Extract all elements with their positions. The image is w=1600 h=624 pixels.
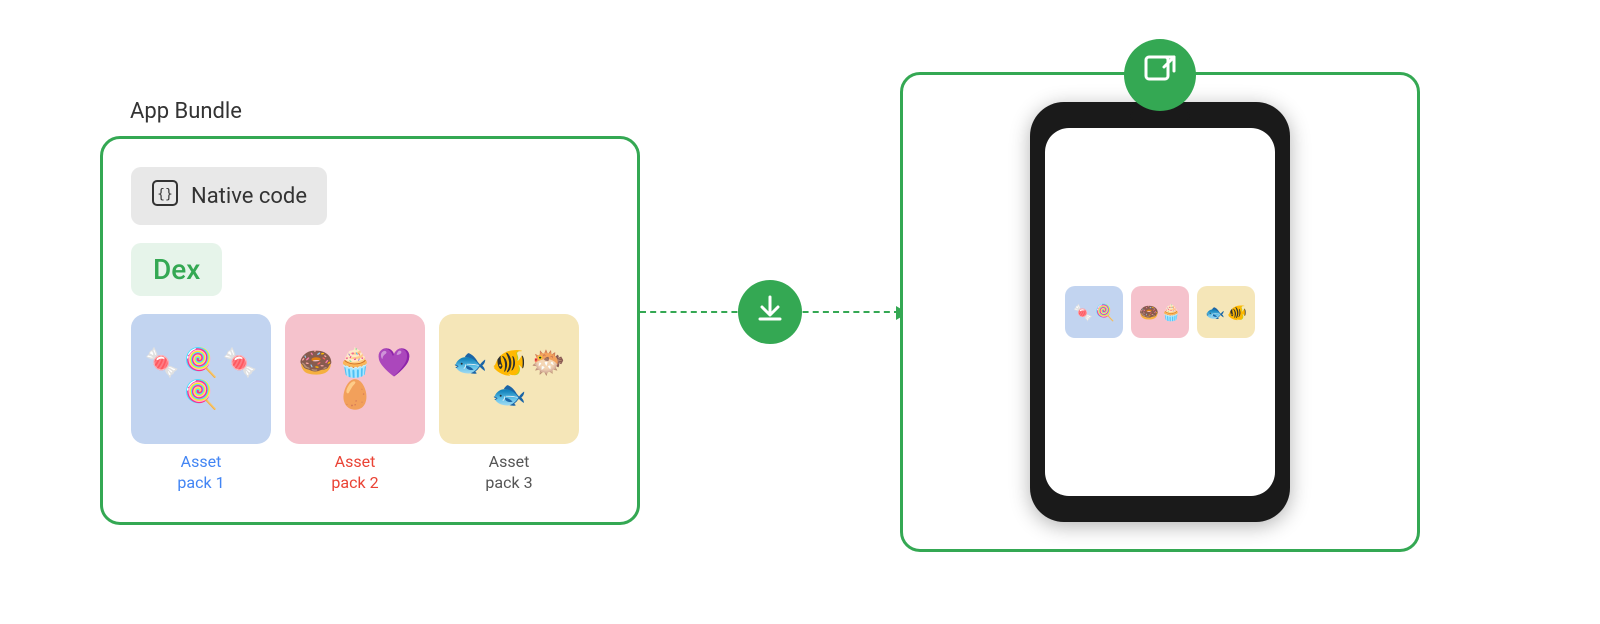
- phone-pack-1-mini: 🍬 🍭: [1065, 286, 1123, 338]
- phone-content: 🍬 🍭 🍩 🧁 🐟 🐠: [1055, 276, 1265, 348]
- app-bundle-box: {} Native code Dex 🍬 🍭 🍬: [100, 136, 640, 525]
- dex-badge: Dex: [131, 243, 222, 296]
- app-bundle-section: App Bundle {} Native code Dex: [100, 99, 640, 525]
- pack1-emoji-1: 🍬: [145, 349, 180, 377]
- download-circle: [738, 280, 802, 344]
- asset-pack-3-image: 🐟 🐠 🐡 🐟: [439, 314, 579, 444]
- pack3-emoji-4: 🐟: [492, 381, 527, 409]
- pack1-emoji-4: 🍭: [184, 381, 219, 409]
- phone-pack3-emoji2: 🐠: [1227, 303, 1247, 322]
- native-code-label: Native code: [191, 184, 307, 209]
- external-link-circle: [1124, 39, 1196, 111]
- phone-pack1-emoji2: 🍭: [1095, 303, 1115, 322]
- external-link-icon: [1142, 53, 1178, 97]
- phone-pack-3-mini: 🐟 🐠: [1197, 286, 1255, 338]
- asset-pack-3: 🐟 🐠 🐡 🐟 Assetpack 3: [439, 314, 579, 494]
- phone-notch: [1130, 112, 1190, 120]
- pack1-emoji-2: 🍭: [184, 349, 219, 377]
- asset-packs-row: 🍬 🍭 🍬 🍭 Assetpack 1 🍩 🧁: [131, 314, 609, 494]
- right-section: 🍬 🍭 🍩 🧁 🐟 🐠: [900, 72, 1420, 552]
- pack3-emoji-1: 🐟: [453, 349, 488, 377]
- phone-pack2-emoji1: 🍩: [1139, 303, 1159, 322]
- diagram: App Bundle {} Native code Dex: [100, 72, 1500, 552]
- pack3-emoji-3: 🐡: [530, 349, 565, 377]
- native-code-badge: {} Native code: [131, 167, 327, 225]
- phone-pack3-emoji1: 🐟: [1205, 303, 1225, 322]
- connector: [640, 311, 900, 313]
- phone-screen: 🍬 🍭 🍩 🧁 🐟 🐠: [1045, 128, 1275, 496]
- svg-text:{}: {}: [157, 187, 173, 202]
- asset-pack-2: 🍩 🧁 💜 🥚 Assetpack 2: [285, 314, 425, 494]
- pack2-emoji-2: 🧁: [338, 349, 373, 377]
- asset-pack-3-label: Assetpack 3: [485, 452, 532, 494]
- pack2-emoji-4: 🥚: [338, 381, 373, 409]
- right-box: 🍬 🍭 🍩 🧁 🐟 🐠: [900, 72, 1420, 552]
- phone-mockup: 🍬 🍭 🍩 🧁 🐟 🐠: [1030, 102, 1290, 522]
- asset-pack-2-image: 🍩 🧁 💜 🥚: [285, 314, 425, 444]
- pack2-emoji-1: 🍩: [299, 349, 334, 377]
- download-icon: [754, 293, 786, 332]
- app-bundle-label: App Bundle: [130, 99, 242, 124]
- phone-pack-2-mini: 🍩 🧁: [1131, 286, 1189, 338]
- pack2-emoji-3: 💜: [376, 349, 411, 377]
- pack2-emojis: 🍩 🧁 💜 🥚: [295, 349, 415, 409]
- brackets-icon: {}: [151, 179, 179, 213]
- phone-pack1-emoji1: 🍬: [1073, 303, 1093, 322]
- pack1-emojis: 🍬 🍭 🍬 🍭: [141, 349, 261, 409]
- dex-label: Dex: [153, 253, 200, 286]
- asset-pack-1-image: 🍬 🍭 🍬 🍭: [131, 314, 271, 444]
- pack3-emojis: 🐟 🐠 🐡 🐟: [449, 349, 569, 409]
- pack1-emoji-3: 🍬: [222, 349, 257, 377]
- pack3-emoji-2: 🐠: [492, 349, 527, 377]
- phone-pack2-emoji2: 🧁: [1161, 303, 1181, 322]
- asset-pack-2-label: Assetpack 2: [331, 452, 378, 494]
- asset-pack-1-label: Assetpack 1: [177, 452, 224, 494]
- asset-pack-1: 🍬 🍭 🍬 🍭 Assetpack 1: [131, 314, 271, 494]
